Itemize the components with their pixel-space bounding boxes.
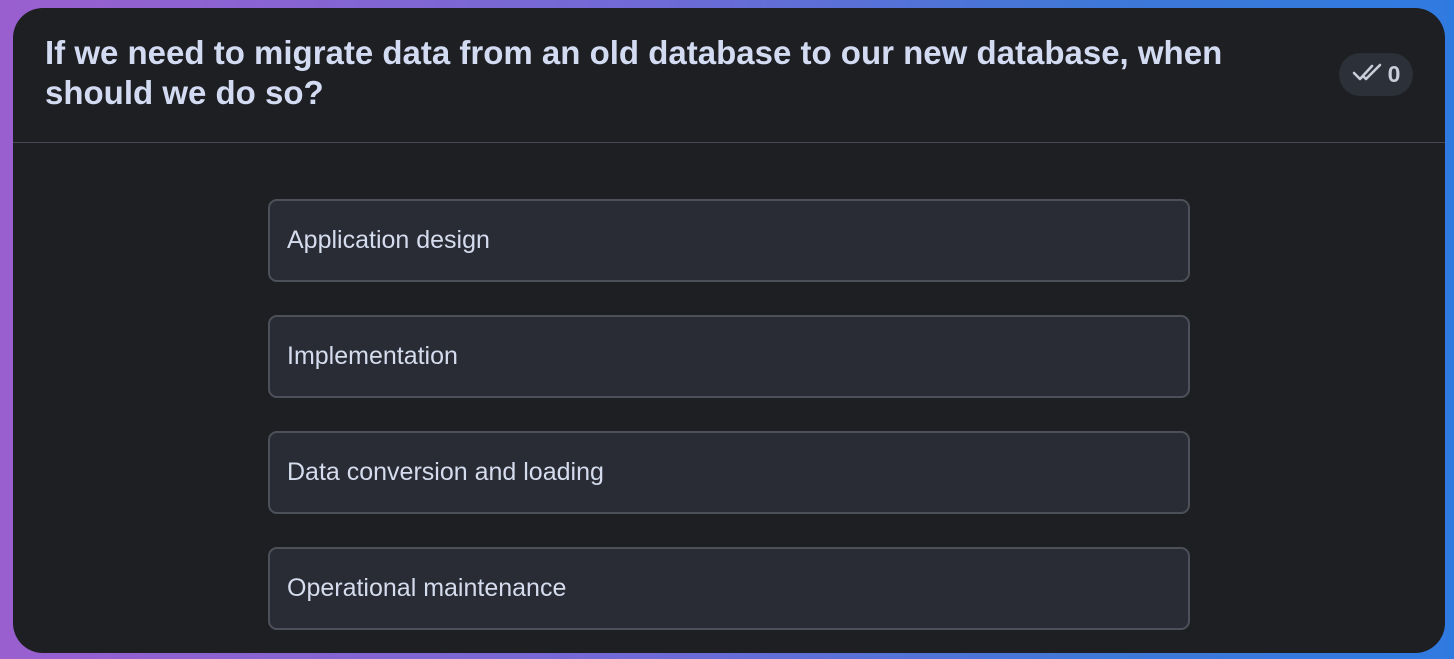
- answer-option-label: Data conversion and loading: [287, 458, 604, 486]
- question-header: If we need to migrate data from an old d…: [13, 8, 1445, 143]
- answer-options: Application design Implementation Data c…: [268, 199, 1190, 653]
- answer-option-application-design[interactable]: Application design: [268, 199, 1190, 282]
- answer-option-label: Implementation: [287, 342, 458, 370]
- double-check-icon: [1352, 61, 1383, 89]
- answer-option-implementation[interactable]: Implementation: [268, 315, 1190, 398]
- response-count: 0: [1387, 61, 1401, 87]
- response-count-badge: 0: [1339, 53, 1413, 96]
- answer-option-label: Operational maintenance: [287, 574, 567, 602]
- answer-option-label: Application design: [287, 226, 490, 254]
- quiz-card: If we need to migrate data from an old d…: [13, 8, 1445, 653]
- answer-option-data-conversion[interactable]: Data conversion and loading: [268, 431, 1190, 514]
- answer-option-operational-maintenance[interactable]: Operational maintenance: [268, 547, 1190, 630]
- question-title: If we need to migrate data from an old d…: [45, 34, 1223, 111]
